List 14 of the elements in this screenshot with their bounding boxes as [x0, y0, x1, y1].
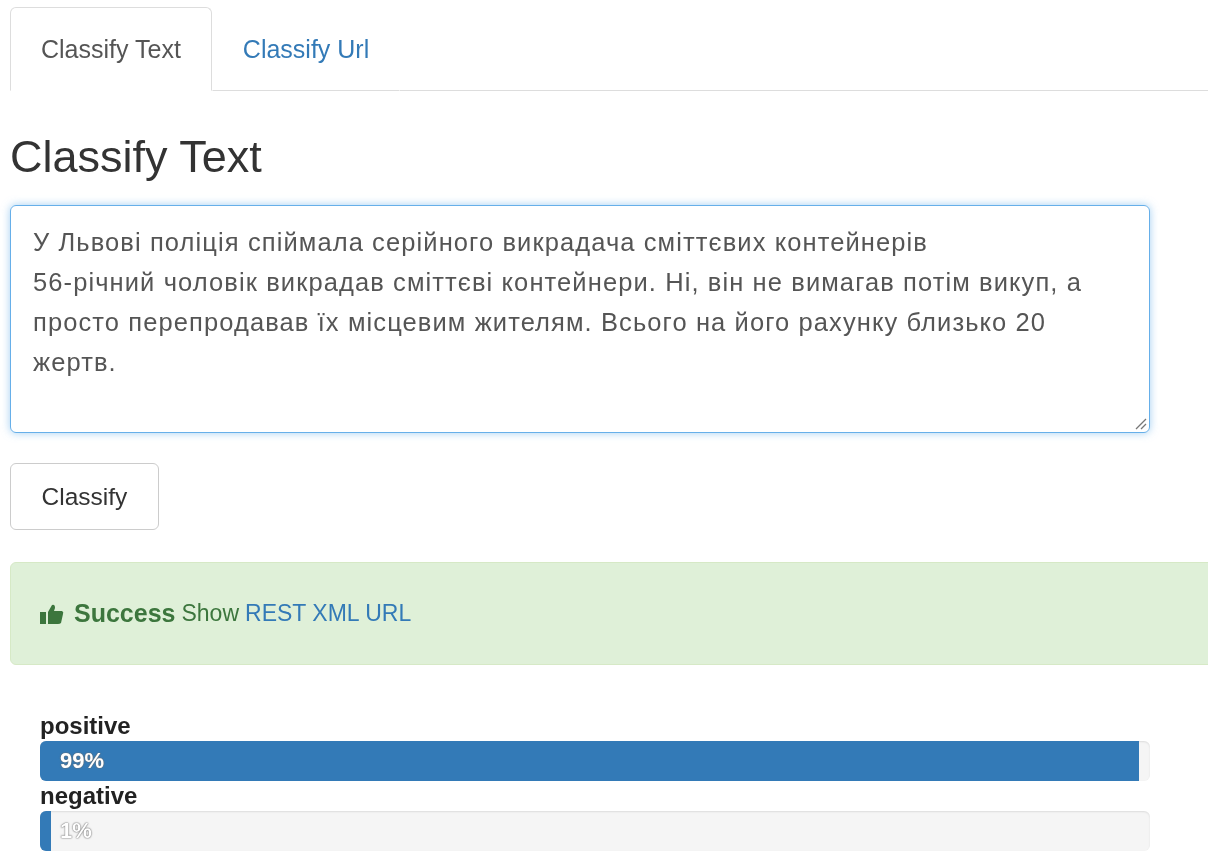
resize-grip-icon	[1133, 416, 1147, 430]
tab[interactable]: Classify Url	[211, 7, 401, 91]
result-label: negative	[40, 781, 139, 811]
result-label: positive	[40, 711, 132, 741]
thumbs-up-icon	[40, 603, 64, 624]
rest-xml-link[interactable]: REST XML URL	[245, 600, 412, 627]
alert-title: Success	[74, 599, 176, 628]
progress-reading: 99%	[60, 747, 105, 775]
tab[interactable]: Classify Text	[10, 7, 212, 91]
progress-reading: 1%	[60, 817, 92, 845]
classify-button[interactable]: Classify	[10, 463, 159, 530]
page-heading: Classify Text	[10, 130, 263, 184]
alert-text: Show	[181, 600, 239, 627]
text-area[interactable]: У Львові поліція спіймала серійного викрадача сміттєвих контейнерів 56-річний чоловік викрадав сміттєві контейнери. Ні, він не вимагав потім викуп, а просто перепродавав їх місцевим жителям. Всього на його рахунку близько 20 жертв.	[10, 205, 1150, 433]
